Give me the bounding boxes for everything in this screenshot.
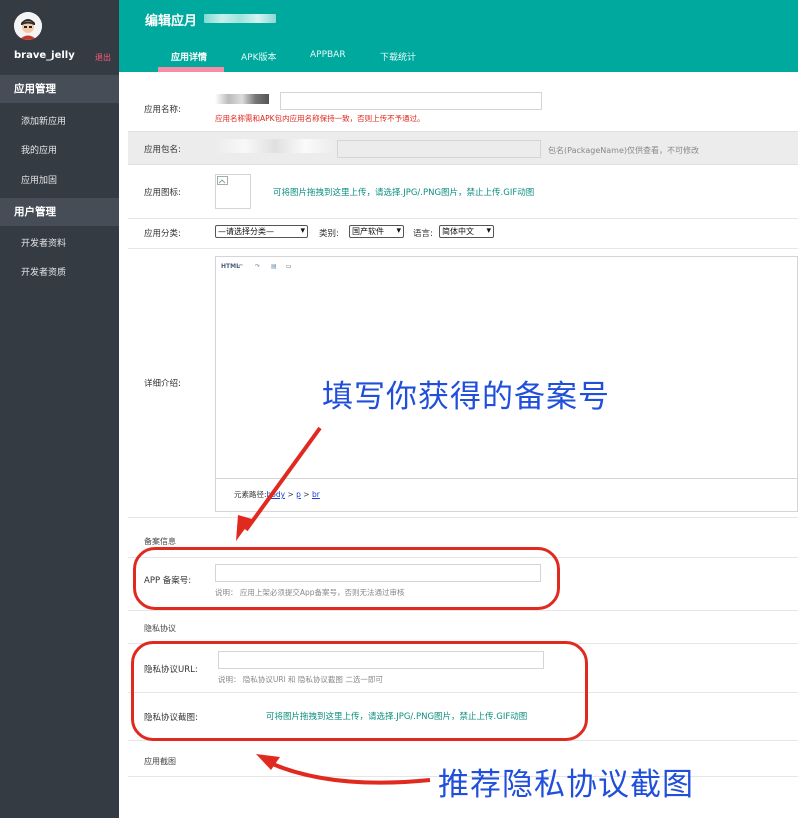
language-label: 语言:	[413, 229, 433, 239]
tab-app-details[interactable]: 应用详情	[171, 50, 207, 63]
sidebar-item-add-app[interactable]: 添加新应用	[21, 114, 66, 127]
logout-link[interactable]: 退出	[95, 52, 111, 63]
icon-upload-hint[interactable]: 可将图片拖拽到这里上传，请选择.JPG/.PNG图片，禁止上传.GIF动图	[273, 186, 534, 198]
sidebar-item-developer-qualification[interactable]: 开发者资质	[21, 265, 66, 278]
privacy-arrow	[267, 760, 431, 785]
package-hint: 包名(PackageName)仅供查看，不可修改	[548, 146, 700, 155]
path-br-link[interactable]: br	[312, 490, 320, 499]
clear-format-icon[interactable]: ▭	[286, 263, 292, 270]
screenshot-section-title: 应用截图	[144, 757, 176, 766]
page-header: 编辑应月 应用详情 APK版本 APPBAR 下载统计	[119, 0, 798, 72]
category-select[interactable]: —请选择分类—	[215, 225, 308, 238]
divider	[128, 610, 798, 611]
page-title: 编辑应月	[145, 14, 198, 29]
sidebar-item-my-apps[interactable]: 我的应用	[21, 143, 57, 156]
privacy-arrowhead	[256, 754, 280, 770]
nav-group-user-management[interactable]: 用户管理	[0, 198, 119, 226]
app-name-input[interactable]	[280, 92, 542, 110]
type-label: 类别:	[319, 229, 339, 239]
category-label: 应用分类:	[144, 229, 181, 239]
beian-arrowhead	[236, 515, 252, 541]
nav-group-app-management[interactable]: 应用管理	[0, 75, 119, 103]
editor-element-path: 元素路径:body > p > br	[234, 490, 320, 499]
tab-appbar[interactable]: APPBAR	[310, 50, 346, 60]
path-body-link[interactable]: body	[267, 490, 286, 499]
sidebar-item-app-hardening[interactable]: 应用加固	[21, 173, 57, 186]
type-select[interactable]: 国产软件	[349, 225, 404, 238]
app-name-label: 应用名称:	[144, 105, 181, 115]
redacted-app-name-value	[215, 94, 269, 104]
avatar[interactable]	[14, 12, 42, 40]
broken-image-icon	[217, 176, 228, 185]
detail-label: 详细介绍:	[144, 379, 181, 389]
package-input	[337, 140, 541, 158]
icon-upload-box[interactable]	[215, 174, 251, 209]
icon-label: 应用图标:	[144, 188, 181, 198]
redacted-app-name	[204, 14, 276, 23]
beian-callout-text: 填写你获得的备案号	[322, 379, 610, 415]
username: brave_jelly	[14, 50, 75, 61]
divider	[128, 248, 798, 249]
tab-download-stats[interactable]: 下载统计	[380, 50, 416, 63]
sidebar: brave_jelly 退出 应用管理 添加新应用 我的应用 应用加固 用户管理…	[0, 0, 119, 818]
active-tab-indicator	[158, 67, 224, 72]
divider	[128, 218, 798, 219]
privacy-callout-text: 推荐隐私协议截图	[438, 767, 694, 803]
redo-icon[interactable]: ↷	[255, 263, 260, 270]
tab-apk-version[interactable]: APK版本	[241, 50, 277, 63]
package-label: 应用包名:	[144, 145, 181, 155]
privacy-section-title: 隐私协议	[144, 624, 176, 633]
divider	[128, 517, 798, 518]
beian-highlight-oval	[133, 547, 560, 610]
app-name-hint: 应用名称需和APK包内应用名称保持一致，否则上传不予通过。	[215, 114, 425, 123]
undo-icon[interactable]: ↶	[238, 263, 243, 270]
language-select[interactable]: 简体中文	[439, 225, 494, 238]
editor-toolbar: HTML ↶ ↷ ▤ ▭	[216, 257, 797, 277]
beian-section-title: 备案信息	[144, 537, 176, 546]
paste-icon[interactable]: ▤	[271, 263, 277, 270]
redacted-package-value	[215, 139, 335, 153]
sidebar-item-developer-profile[interactable]: 开发者资料	[21, 236, 66, 249]
privacy-highlight-oval	[131, 641, 588, 741]
